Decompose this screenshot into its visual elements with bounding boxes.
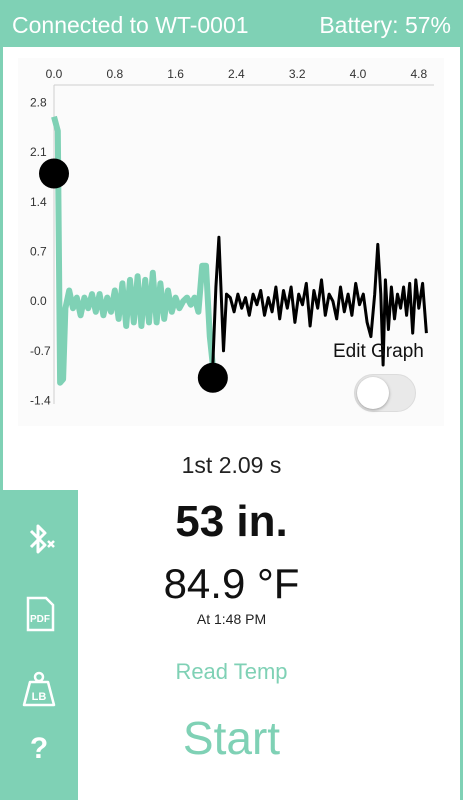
distance-value: 53 in. (175, 497, 288, 546)
x-tick-label: 4.8 (410, 67, 427, 81)
lb-label: LB (32, 691, 47, 703)
y-axis-ticks: 2.8 2.1 1.4 0.7 0.0 -0.7 -1.4 (30, 96, 51, 408)
graph-card: 0.0 0.8 1.6 2.4 3.2 4.0 4.8 2.8 2.1 1.4 0.7 0.0 -0.… (18, 58, 444, 426)
battery-status: Battery: 57% (319, 12, 451, 38)
x-axis-ticks: 0.0 0.8 1.6 2.4 3.2 4.0 4.8 (46, 67, 428, 81)
x-tick-label: 0.0 (46, 67, 63, 81)
waveform-chart: 0.0 0.8 1.6 2.4 3.2 4.0 4.8 2.8 2.1 1.4 0.7 0.0 -0.… (30, 67, 434, 408)
y-tick-label: 2.1 (30, 145, 47, 159)
start-button[interactable]: Start (0, 711, 463, 765)
x-tick-label: 0.8 (106, 67, 123, 81)
toggle-knob (357, 377, 389, 409)
y-tick-label: -1.4 (30, 393, 51, 407)
edit-graph-label: Edit Graph (333, 341, 424, 362)
x-tick-label: 1.6 (167, 67, 184, 81)
series-line-1 (51, 115, 216, 386)
marker-point-2[interactable] (197, 362, 228, 393)
x-tick-label: 2.4 (228, 67, 245, 81)
edit-graph-toggle[interactable] (354, 374, 416, 412)
connection-status: Connected to WT-0001 (12, 12, 249, 38)
read-temp-button[interactable]: Read Temp (0, 659, 463, 685)
reading-time: At 1:48 PM (196, 611, 267, 627)
y-tick-label: -0.7 (30, 344, 51, 358)
y-tick-label: 0.7 (30, 245, 47, 259)
x-tick-label: 4.0 (350, 67, 367, 81)
y-tick-label: 0.0 (30, 294, 47, 308)
status-bar: Connected to WT-0001 Battery: 57% (0, 0, 463, 47)
marker-point-1[interactable] (39, 158, 69, 189)
lap-time: 1st 2.09 s (181, 452, 282, 478)
y-tick-label: 2.8 (30, 96, 47, 110)
temperature-value: 84.9 °F (163, 560, 300, 607)
y-tick-label: 1.4 (30, 195, 47, 209)
x-tick-label: 3.2 (289, 67, 306, 81)
